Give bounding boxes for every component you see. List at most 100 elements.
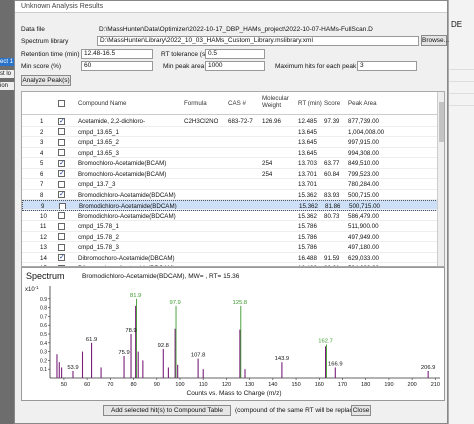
header-formula[interactable]: Formula [184,100,207,107]
table-row[interactable]: 3 cmpd_13.65_2 13.645 997,915.00 [22,137,444,148]
peak-label: 53.9 [67,365,78,371]
header-score[interactable]: Score [324,100,340,107]
peak-area-cell: 629,033.00 [348,254,379,262]
row-select-checkbox[interactable] [58,169,65,177]
row-number: 6 [40,170,44,178]
row-select-checkbox[interactable] [58,149,65,156]
row-select-checkbox[interactable] [58,243,65,251]
rt-cell: 13.701 [298,170,317,178]
peak-area-cell: 1,004,008.00 [348,128,385,136]
score-cell: 91.59 [324,254,340,262]
molecular-weight-cell: 126.96 [262,118,281,125]
header-peak-area[interactable]: Peak Area [348,100,377,107]
x-tick-label: 80 [131,382,137,388]
table-row[interactable]: 10 Bromodichloro-Acetamide(BDCAM) 15.362 80… [22,211,444,221]
rt-cell: 12.485 [298,118,317,125]
background-row [449,72,474,82]
min-score-label: Min score (%) [21,63,62,70]
peak-label: 162.7 [318,339,333,345]
min-score-input[interactable]: 60 [81,61,153,71]
y-tick-label: 0.7 [40,314,47,320]
score-cell: 63.77 [324,160,340,167]
table-row[interactable]: 4 cmpd_13.65_3 13.645 994,308.00 [22,148,444,158]
min-peak-area-input[interactable]: 1000 [205,61,265,71]
row-number: 10 [40,212,47,220]
table-scrollbar[interactable] [437,92,444,266]
table-row[interactable]: 13 cmpd_15.78_3 15.786 497,180.00 [22,242,444,253]
peak-label: 92.8 [158,343,169,349]
table-row[interactable]: 8 Bromodichloro-Acetamide(BDCAM) 15.362 83.… [22,190,444,200]
header-cas[interactable]: CAS # [228,100,246,107]
spectrum-library-field[interactable]: D:\MassHunter\Library\2022_10_03_HAMs_Cu… [97,36,419,46]
table-row[interactable]: 9 Bromodichloro-Acetamide(BDCAM) 15.362 81.… [22,200,444,211]
row-select-checkbox[interactable] [58,117,65,125]
min-peak-area-label: Min peak area [163,63,205,70]
unknown-analysis-dialog: Unknown Analysis Results Data file D:\Ma… [14,0,449,424]
row-select-checkbox[interactable] [58,138,65,146]
add-to-compound-table-button[interactable]: Add selected hit(s) to Compound Table [103,405,231,416]
table-row[interactable]: 6 Bromochloro-Acetamide(BCAM) 254 13.701 60.… [22,169,444,179]
max-hits-input[interactable]: 3 [357,61,417,71]
x-tick-label: 150 [291,382,300,388]
peak-area-cell: 997,915.00 [348,139,379,146]
peak-label: 78.9 [125,328,136,334]
row-select-checkbox[interactable] [58,128,65,135]
select-all-checkbox[interactable] [58,100,65,107]
score-cell: 83.93 [324,191,340,199]
compound-name-cell: cmpd_13.65_1 [78,128,119,136]
row-select-checkbox[interactable] [58,190,65,198]
table-row[interactable]: 12 cmpd_15.78_2 15.786 497,949.00 [22,232,444,242]
peak-label: 61.9 [86,337,97,343]
peak-area-cell: 877,739.00 [348,118,379,125]
row-number: 5 [40,160,44,167]
table-row[interactable]: 5 Bromochloro-Acetamide(BCAM) 254 13.703 63.… [22,158,444,169]
compound-name-cell: cmpd_15.78_2 [78,233,119,241]
background-strip-2: st lo [0,70,14,78]
table-row[interactable]: 14 Dibromochoro-Acetamide(DBCAM) 16.488 91.… [22,253,444,263]
rt-range-input[interactable]: 12.48-16.5 [81,49,153,59]
analyze-peaks-button[interactable]: Analyze Peak(s) [21,75,71,86]
rt-cell: 15.362 [298,191,317,199]
y-tick-label: 0.5 [40,332,47,338]
table-header: Compound Name Formula CAS # Molecular We… [22,92,444,115]
x-tick-label: 90 [154,382,160,388]
background-window-left: ect 1 st lo ion [0,0,14,424]
spectrum-library-label: Spectrum library [21,38,69,45]
header-compound-name[interactable]: Compound Name [78,100,127,107]
row-select-checkbox[interactable] [58,253,65,261]
table-row[interactable]: 7 cmpd_13.7_3 13.701 780,284.00 [22,179,444,190]
table-row[interactable]: 2 cmpd_13.65_1 13.645 1,004,008.00 [22,127,444,137]
x-axis-title: Counts vs. Mass to Charge (m/z) [187,390,282,397]
table-scrollbar-thumb[interactable] [439,102,444,142]
header-rt[interactable]: RT (min) [298,100,322,107]
dialog-titlebar[interactable]: Unknown Analysis Results [15,1,447,13]
peak-area-cell: 799,523.00 [348,170,379,178]
peak-label: 75.9 [118,350,129,356]
table-row[interactable]: 11 cmpd_15.78_1 15.786 511,900.00 [22,221,444,232]
score-cell: 80.73 [324,212,340,220]
compound-name-cell: cmpd_13.7_3 [78,181,116,188]
molecular-weight-cell: 254 [262,170,273,178]
x-tick-label: 130 [245,382,254,388]
molecular-weight-cell: 254 [262,160,273,167]
close-button[interactable]: Close [351,405,371,416]
rt-tolerance-input[interactable]: 0.5 [205,49,265,59]
background-right-text: DE [451,20,463,29]
peak-area-cell: 511,900.00 [348,223,379,230]
peak-area-cell: 500,715.00 [348,191,379,199]
row-select-checkbox[interactable] [58,212,65,219]
x-tick-label: 140 [268,382,277,388]
data-file-value: D:\MassHunter\Data\Optimizer\2022-10-17_… [99,26,373,33]
rt-cell: 13.703 [298,160,317,167]
rt-cell: 15.786 [298,233,317,241]
y-tick-label: 0.1 [40,367,47,373]
browse-button[interactable]: Browse... [421,35,449,46]
row-select-checkbox[interactable] [58,159,65,167]
table-row[interactable]: 1 Acetamide, 2,2-dichloro- C2H3Cl2NO 683-72… [22,116,444,127]
x-tick-label: 210 [431,382,440,388]
row-select-checkbox[interactable] [58,180,65,188]
header-molecular-weight[interactable]: Molecular Weight [262,95,292,109]
peak-label: 125.8 [233,300,248,306]
row-select-checkbox[interactable] [58,222,65,230]
row-select-checkbox[interactable] [58,233,65,240]
